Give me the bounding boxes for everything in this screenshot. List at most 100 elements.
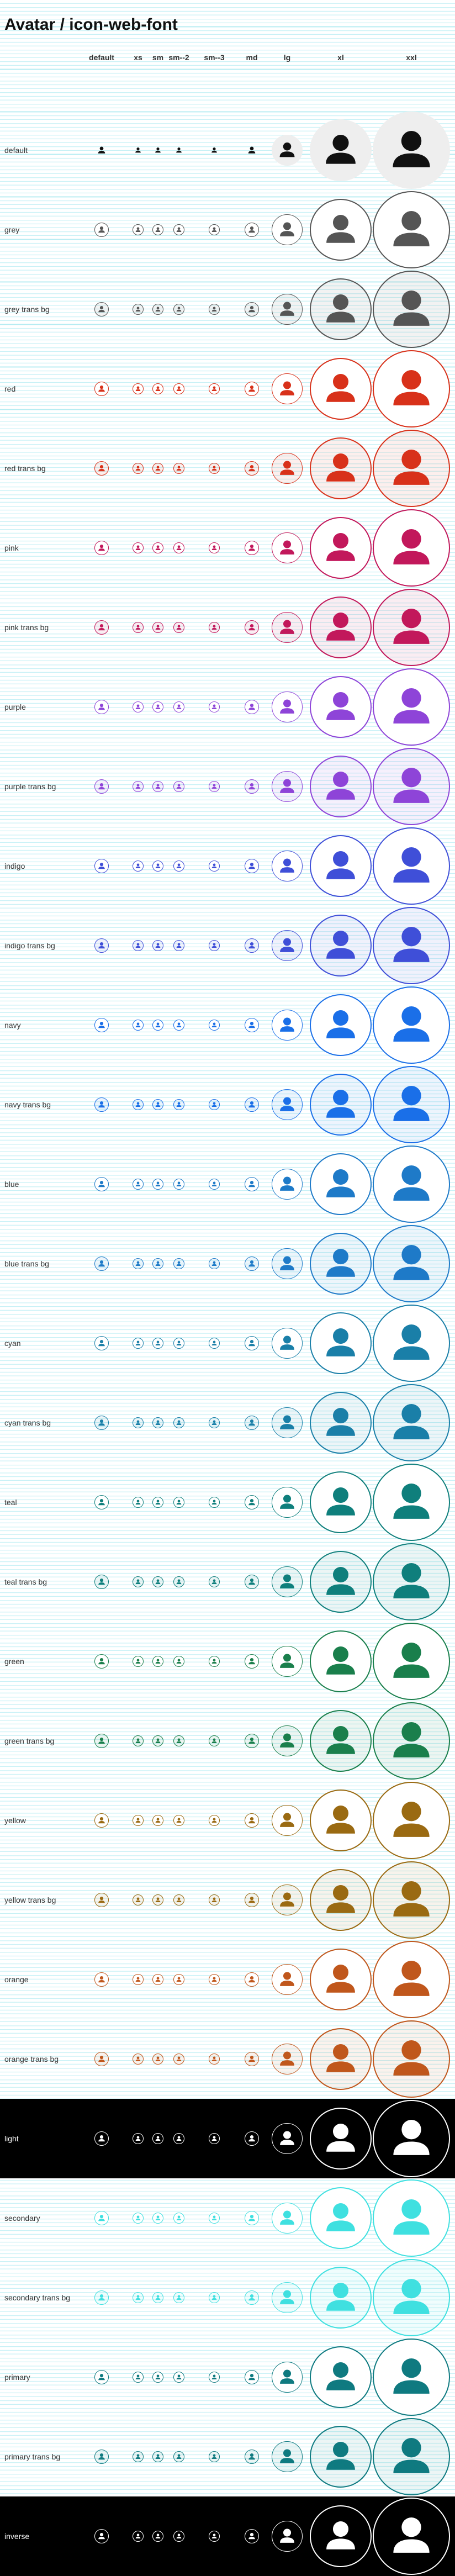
- user-icon: [135, 2374, 141, 2379]
- user-icon-head: [156, 1022, 160, 1026]
- user-icon-body: [248, 2536, 255, 2540]
- avatar-sm2: [173, 2531, 184, 2542]
- user-icon-body: [393, 1505, 430, 1519]
- user-icon-body: [248, 946, 255, 949]
- user-icon-body: [326, 2220, 355, 2231]
- user-icon: [326, 1885, 355, 1913]
- user-icon-body: [155, 1661, 161, 1664]
- avatar-default: [94, 2370, 109, 2384]
- user-icon: [155, 1977, 161, 1982]
- avatar-sm: [152, 1417, 163, 1428]
- avatar-row-pink-trans-bg: pink trans bg: [0, 588, 455, 667]
- user-icon-body: [393, 551, 430, 564]
- avatar-xl: [310, 1630, 372, 1692]
- user-icon-head: [401, 2358, 421, 2378]
- user-icon-head: [332, 2044, 349, 2060]
- avatar-xs: [133, 1179, 144, 1190]
- avatar-lg: [272, 2282, 303, 2313]
- user-icon-body: [393, 1585, 430, 1598]
- avatar-sm3: [209, 1656, 220, 1667]
- user-icon-body: [211, 389, 217, 391]
- user-icon-body: [155, 866, 161, 868]
- user-icon-body: [248, 2298, 255, 2301]
- user-icon-head: [332, 215, 349, 231]
- user-icon-body: [326, 1266, 355, 1277]
- user-icon: [98, 1658, 105, 1665]
- user-icon-head: [177, 2215, 181, 2219]
- user-icon-head: [99, 1976, 104, 1980]
- user-icon-body: [135, 468, 141, 471]
- user-icon: [248, 1499, 255, 1506]
- user-icon-body: [176, 548, 182, 550]
- avatar-lg: [272, 1328, 303, 1359]
- user-icon: [211, 1102, 217, 1107]
- user-icon-head: [332, 294, 349, 310]
- avatar-xxl: [373, 271, 450, 348]
- user-icon-body: [98, 2059, 105, 2062]
- user-icon-head: [177, 2374, 181, 2378]
- avatar-xs: [133, 622, 144, 633]
- user-icon-body: [211, 1025, 217, 1027]
- user-icon: [211, 1340, 217, 1345]
- avatar-xs: [133, 542, 144, 553]
- avatar-md: [245, 938, 259, 953]
- user-icon-head: [156, 1261, 160, 1264]
- user-icon-head: [250, 1181, 254, 1185]
- user-icon-head: [332, 453, 349, 469]
- user-icon: [155, 1340, 161, 1345]
- avatar-row-cyan: cyan: [0, 1303, 455, 1383]
- user-icon: [211, 307, 217, 312]
- avatar-xxl: [373, 668, 450, 746]
- user-icon-head: [156, 227, 160, 230]
- avatar-row-inverse: inverse: [0, 2496, 455, 2576]
- user-icon-head: [177, 307, 181, 310]
- avatar-row-primary: primary: [0, 2337, 455, 2417]
- user-icon: [393, 2517, 430, 2553]
- user-icon-head: [99, 2215, 104, 2219]
- row-label: purple trans bg: [4, 782, 56, 791]
- user-icon-body: [280, 1503, 294, 1509]
- user-icon-body: [211, 786, 217, 789]
- user-icon: [280, 461, 294, 475]
- user-icon: [211, 1977, 217, 1982]
- avatar-xs: [133, 1258, 144, 1269]
- user-icon-head: [250, 545, 254, 548]
- user-icon-head: [283, 1097, 292, 1105]
- user-icon: [211, 943, 217, 948]
- user-icon-body: [211, 1900, 217, 1902]
- avatar-xxl: [373, 589, 450, 666]
- user-icon: [326, 1806, 355, 1834]
- column-header-sm3: sm--3: [204, 53, 225, 62]
- user-icon-head: [156, 2295, 160, 2298]
- user-icon-head: [250, 1419, 254, 1423]
- avatar-md: [245, 779, 259, 794]
- avatar-sm: [152, 2054, 163, 2065]
- user-icon: [176, 625, 182, 630]
- avatar-xl: [310, 517, 372, 579]
- user-icon: [98, 306, 105, 313]
- user-icon: [155, 1897, 161, 1902]
- user-icon: [155, 1818, 161, 1823]
- user-icon-head: [283, 461, 292, 469]
- avatar-xs: [133, 1338, 144, 1349]
- user-icon-body: [280, 1106, 294, 1111]
- user-icon-head: [332, 1328, 349, 1344]
- user-icon-head: [283, 1335, 292, 1344]
- user-icon-body: [211, 1423, 217, 1425]
- user-icon-body: [393, 1426, 430, 1439]
- user-icon: [155, 2374, 161, 2379]
- user-icon: [280, 2369, 294, 2384]
- user-icon: [393, 1006, 430, 1042]
- user-icon-head: [177, 1500, 181, 1503]
- user-icon-head: [99, 1340, 104, 1344]
- user-icon: [98, 2135, 105, 2142]
- user-icon: [135, 1897, 141, 1902]
- avatar-row-orange-trans-bg: orange trans bg: [0, 2019, 455, 2099]
- user-icon: [280, 1972, 294, 1986]
- avatar-xxl: [373, 1623, 450, 1700]
- user-icon-body: [211, 548, 217, 550]
- avatar-xxl: [373, 1543, 450, 1620]
- user-icon-head: [250, 2056, 254, 2060]
- user-icon-body: [135, 786, 141, 789]
- avatar-xl: [310, 1471, 372, 1533]
